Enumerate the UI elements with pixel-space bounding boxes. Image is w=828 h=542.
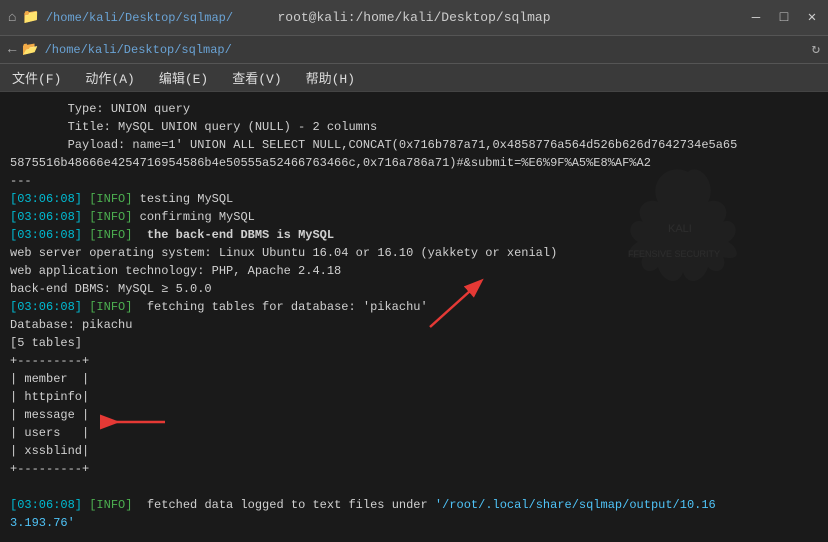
terminal-line: [03:06:08] [INFO] fetching tables for da… [10, 298, 818, 316]
terminal-line [10, 532, 818, 542]
terminal-line: --- [10, 172, 818, 190]
terminal-line: +---------+ [10, 460, 818, 478]
path-folder-icon: 📂 [22, 42, 38, 57]
terminal-line: back-end DBMS: MySQL ≥ 5.0.0 [10, 280, 818, 298]
back-icon[interactable]: ← [8, 42, 16, 58]
close-button[interactable]: ✕ [804, 9, 820, 26]
terminal-line: [03:06:08] [INFO] fetched data logged to… [10, 496, 818, 532]
terminal-line: | users | [10, 424, 818, 442]
terminal-line: Database: pikachu [10, 316, 818, 334]
menu-view[interactable]: 查看(V) [228, 66, 285, 89]
terminal-line: +---------+ [10, 352, 818, 370]
terminal-line: web application technology: PHP, Apache … [10, 262, 818, 280]
terminal-line: | member | [10, 370, 818, 388]
menu-action[interactable]: 动作(A) [81, 66, 138, 89]
menubar: 文件(F) 动作(A) 编辑(E) 查看(V) 帮助(H) [0, 64, 828, 92]
terminal-line: | xssblind| [10, 442, 818, 460]
terminal-line: [03:06:08] [INFO] confirming MySQL [10, 208, 818, 226]
titlebar-left: ⌂ 📁 /home/kali/Desktop/sqlmap/ [8, 9, 233, 26]
terminal-line: Payload: name=1' UNION ALL SELECT NULL,C… [10, 136, 818, 172]
refresh-icon[interactable]: ↻ [812, 41, 820, 58]
pathbar: ← 📂 /home/kali/Desktop/sqlmap/ ↻ [0, 36, 828, 64]
titlebar-controls: — □ ✕ [748, 9, 820, 26]
titlebar: ⌂ 📁 /home/kali/Desktop/sqlmap/ root@kali… [0, 0, 828, 36]
terminal-line: [03:06:08] [INFO] the back-end DBMS is M… [10, 226, 818, 244]
titlebar-title: root@kali:/home/kali/Desktop/sqlmap [277, 10, 550, 25]
terminal-line: Type: UNION query [10, 100, 818, 118]
menu-file[interactable]: 文件(F) [8, 66, 65, 89]
path-text: /home/kali/Desktop/sqlmap/ [46, 11, 233, 25]
terminal[interactable]: KALI FFENSIVE SECURITY Type: UNION query… [0, 92, 828, 542]
terminal-line [10, 478, 818, 496]
terminal-line: | message | [10, 406, 818, 424]
maximize-button[interactable]: □ [776, 10, 792, 26]
home-icon: ⌂ [8, 10, 16, 26]
terminal-line: [03:06:08] [INFO] testing MySQL [10, 190, 818, 208]
menu-help[interactable]: 帮助(H) [302, 66, 359, 89]
menu-edit[interactable]: 编辑(E) [155, 66, 212, 89]
path-display: /home/kali/Desktop/sqlmap/ [45, 43, 232, 57]
terminal-line: Title: MySQL UNION query (NULL) - 2 colu… [10, 118, 818, 136]
terminal-line: web server operating system: Linux Ubunt… [10, 244, 818, 262]
folder-icon: 📁 [22, 9, 39, 26]
terminal-line: [5 tables] [10, 334, 818, 352]
terminal-line: | httpinfo| [10, 388, 818, 406]
minimize-button[interactable]: — [748, 10, 764, 26]
